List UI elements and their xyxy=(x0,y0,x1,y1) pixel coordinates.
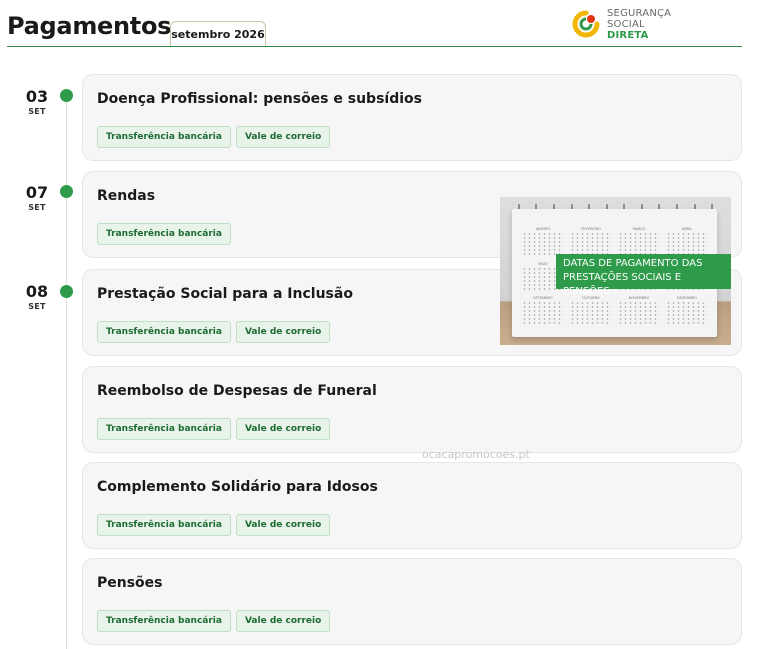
promo-line-2: PRESTAÇÕES SOCIAIS E PENSÕES xyxy=(563,272,682,297)
payment-card[interactable]: Doença Profissional: pensões e subsídios… xyxy=(82,74,742,161)
tag-transferencia: Transferência bancária xyxy=(97,321,231,343)
date-day: 03 xyxy=(25,87,49,106)
date-month: SET xyxy=(28,302,46,311)
date-marker: 08 SET xyxy=(20,282,54,312)
tag-vale-correio: Vale de correio xyxy=(235,418,331,440)
logo-line-1: SEGURANÇA SOCIAL xyxy=(607,7,672,30)
logo-icon xyxy=(572,10,600,38)
card-title: Rendas xyxy=(97,188,156,204)
card-title: Complemento Solidário para Idosos xyxy=(97,479,378,495)
timeline-dot xyxy=(60,89,73,102)
tag-transferencia: Transferência bancária xyxy=(97,610,231,632)
date-day: 08 xyxy=(25,282,49,301)
page-title: Pagamentos xyxy=(7,12,172,40)
tag-transferencia: Transferência bancária xyxy=(97,514,231,536)
logo-line-2: DIRETA xyxy=(607,29,649,41)
timeline-dot xyxy=(60,185,73,198)
payment-card[interactable]: Reembolso de Despesas de Funeral Transfe… xyxy=(82,366,742,453)
card-title: Prestação Social para a Inclusão xyxy=(97,286,353,302)
header-divider xyxy=(7,46,742,47)
tag-vale-correio: Vale de correio xyxy=(235,610,331,632)
timeline-dot xyxy=(60,285,73,298)
promo-line-1: DATAS DE PAGAMENTO DAS xyxy=(563,258,703,269)
date-month: SET xyxy=(28,203,46,212)
promo-caption: DATAS DE PAGAMENTO DAS PRESTAÇÕES SOCIAI… xyxy=(556,254,731,297)
date-marker: 03 SET xyxy=(20,87,54,117)
tag-vale-correio: Vale de correio xyxy=(235,514,331,536)
card-title: Pensões xyxy=(97,575,163,591)
timeline-line xyxy=(66,96,67,649)
date-month: SET xyxy=(28,107,46,116)
tag-transferencia: Transferência bancária xyxy=(97,126,231,148)
seguranca-social-logo[interactable]: SEGURANÇA SOCIAL DIRETA xyxy=(572,7,702,41)
watermark: ocacapromocoes.pt xyxy=(422,448,530,461)
payment-card[interactable]: Pensões Transferência bancária Vale de c… xyxy=(82,558,742,645)
tag-vale-correio: Vale de correio xyxy=(235,321,331,343)
card-title: Reembolso de Despesas de Funeral xyxy=(97,383,377,399)
date-marker: 07 SET xyxy=(20,183,54,213)
tag-vale-correio: Vale de correio xyxy=(235,126,331,148)
promo-banner[interactable]: JANEIRO FEVEREIRO MARÇO ABRIL MAIO SETEM… xyxy=(500,197,731,345)
card-title: Doença Profissional: pensões e subsídios xyxy=(97,91,422,107)
tag-transferencia: Transferência bancária xyxy=(97,223,231,245)
date-day: 07 xyxy=(25,183,49,202)
tab-month[interactable]: setembro 2026 xyxy=(170,21,266,47)
tag-transferencia: Transferência bancária xyxy=(97,418,231,440)
payment-card[interactable]: Complemento Solidário para Idosos Transf… xyxy=(82,462,742,549)
